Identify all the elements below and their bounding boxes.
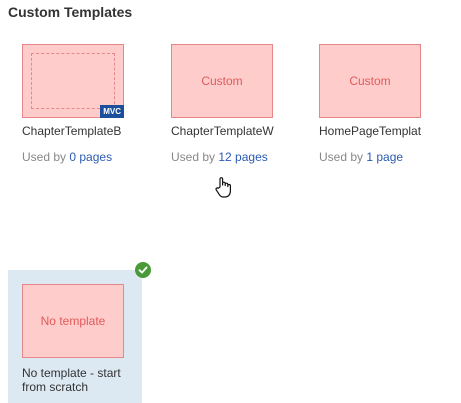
no-template-thumbnail[interactable]: No template: [22, 284, 124, 358]
check-circle-icon: [135, 262, 151, 278]
layout-outline: [31, 53, 115, 109]
hand-cursor-icon: [214, 176, 234, 203]
usage-link[interactable]: 1 page: [366, 150, 403, 164]
template-name: ChapterTemplateB: [22, 124, 122, 138]
usage-link[interactable]: 12 pages: [218, 150, 267, 164]
usage-prefix: Used by: [22, 150, 70, 164]
template-thumbnail[interactable]: Custom: [319, 44, 421, 118]
thumbnail-label: Custom: [349, 74, 391, 88]
template-card[interactable]: MVC ChapterTemplateB Used by 0 pages: [22, 44, 126, 174]
template-name: HomePageTemplat: [319, 124, 422, 138]
no-template-card[interactable]: No template No template - start from scr…: [8, 270, 142, 403]
template-card[interactable]: Custom ChapterTemplateW Used by 12 pages: [171, 44, 275, 174]
usage-prefix: Used by: [171, 150, 219, 164]
no-template-name: No template - start from scratch: [22, 366, 121, 394]
usage-text: Used by 1 page: [319, 150, 403, 164]
thumbnail-label: Custom: [201, 74, 243, 88]
mvc-badge: MVC: [100, 105, 124, 118]
section-title: Custom Templates: [8, 4, 133, 20]
template-thumbnail[interactable]: Custom: [171, 44, 273, 118]
usage-prefix: Used by: [319, 150, 367, 164]
template-card[interactable]: Custom HomePageTemplat Used by 1 page: [319, 44, 423, 174]
usage-text: Used by 12 pages: [171, 150, 268, 164]
thumbnail-label: No template: [40, 314, 106, 328]
usage-text: Used by 0 pages: [22, 150, 112, 164]
template-thumbnail[interactable]: MVC: [22, 44, 124, 118]
usage-link[interactable]: 0 pages: [69, 150, 112, 164]
template-name: ChapterTemplateW: [171, 124, 274, 138]
